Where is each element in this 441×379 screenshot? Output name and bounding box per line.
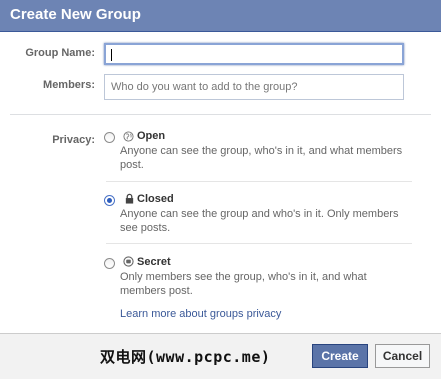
group-name-input[interactable] [104, 43, 404, 65]
text-caret [111, 49, 112, 61]
group-name-label: Group Name: [25, 47, 95, 59]
members-input[interactable]: Who do you want to add to the group? [104, 74, 404, 100]
dialog-title-bar: Create New Group [0, 0, 441, 32]
dialog-footer: 双电网(www.pcpc.me) Create Cancel [0, 333, 441, 379]
option-divider [106, 181, 412, 182]
secret-icon [123, 256, 134, 267]
cancel-button[interactable]: Cancel [375, 344, 430, 368]
privacy-secret-radio[interactable] [104, 258, 115, 269]
privacy-closed-description: Anyone can see the group and who's in it… [120, 208, 399, 234]
members-placeholder: Who do you want to add to the group? [111, 81, 298, 93]
section-divider [10, 114, 431, 115]
privacy-open-radio[interactable] [104, 132, 115, 143]
create-button[interactable]: Create [312, 344, 368, 368]
privacy-secret-description: Only members see the group, who's in it,… [120, 271, 367, 297]
privacy-secret-title: Secret [137, 256, 171, 268]
members-label: Members: [43, 79, 95, 91]
lock-icon [125, 193, 134, 204]
privacy-open-title: Open [137, 130, 166, 142]
globe-icon [123, 131, 134, 142]
option-divider [106, 243, 412, 244]
privacy-closed-title: Closed [137, 193, 174, 205]
create-group-dialog: Create New Group Group Name: Members: Wh… [0, 0, 441, 379]
dialog-title: Create New Group [10, 6, 141, 23]
privacy-open-description: Anyone can see the group, who's in it, a… [120, 145, 403, 171]
watermark-text: 双电网(www.pcpc.me) [100, 348, 271, 366]
learn-more-privacy-link[interactable]: Learn more about groups privacy [120, 308, 281, 320]
privacy-closed-radio[interactable] [104, 195, 115, 206]
privacy-label: Privacy: [52, 134, 95, 146]
